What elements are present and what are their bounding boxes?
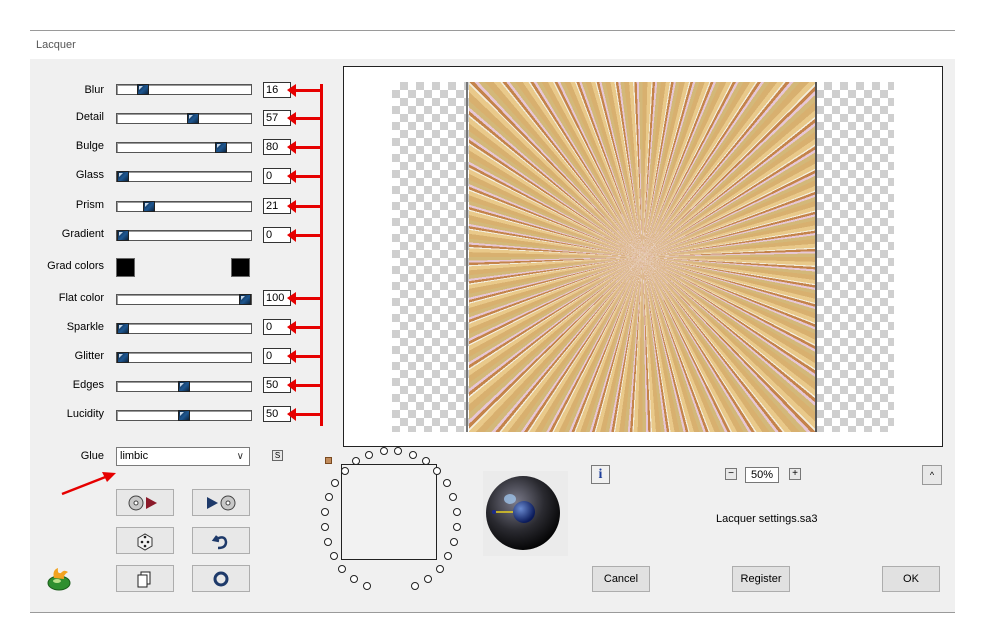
navigator-dot[interactable] xyxy=(324,492,333,501)
annotation-arrow xyxy=(287,321,322,334)
save-preset-button[interactable] xyxy=(192,489,250,516)
slider-thumb[interactable] xyxy=(117,352,129,363)
navigator-dot[interactable] xyxy=(321,507,330,516)
navigator-marker[interactable] xyxy=(325,457,332,464)
param-label-blur: Blur xyxy=(84,84,104,96)
param-label-bulge: Bulge xyxy=(75,140,104,152)
param-label-glass: Glass xyxy=(75,169,104,181)
navigator-dot[interactable] xyxy=(320,523,329,532)
annotation-arrow xyxy=(287,350,322,363)
slider-edges[interactable] xyxy=(116,381,252,392)
slider-thumb[interactable] xyxy=(117,230,129,241)
annotation-arrow-glue xyxy=(61,472,116,496)
annotation-arrow xyxy=(287,112,322,125)
info-button[interactable]: i xyxy=(591,465,610,484)
undo-button[interactable] xyxy=(192,527,250,554)
param-label-grad-colors: Grad colors xyxy=(47,260,104,272)
glue-value: limbic xyxy=(120,450,149,462)
play-disc-icon xyxy=(207,495,236,510)
slider-thumb[interactable] xyxy=(178,410,190,421)
chevron-down-icon: ∨ xyxy=(236,451,244,462)
param-label-detail: Detail xyxy=(75,111,104,123)
preview-canvas[interactable] xyxy=(343,66,943,447)
slider-thumb[interactable] xyxy=(178,381,190,392)
copy-button[interactable] xyxy=(116,565,174,592)
param-label-sparkle: Sparkle xyxy=(66,321,104,333)
slider-blur[interactable] xyxy=(116,84,252,95)
randomize-button[interactable] xyxy=(116,527,174,554)
annotation-arrow xyxy=(287,141,322,154)
ring-icon xyxy=(213,571,229,586)
slider-detail[interactable] xyxy=(116,113,252,124)
transparency-left xyxy=(392,82,470,432)
navigator-dot[interactable] xyxy=(362,582,371,591)
settings-filename: Lacquer settings.sa3 xyxy=(716,513,818,525)
slider-gradient[interactable] xyxy=(116,230,252,241)
slider-thumb[interactable] xyxy=(239,294,251,305)
copy-page-icon xyxy=(137,571,151,587)
preview-edge-right xyxy=(815,82,817,432)
slider-thumb[interactable] xyxy=(143,201,155,212)
undo-icon xyxy=(211,534,228,549)
slider-thumb[interactable] xyxy=(137,84,149,95)
slider-glitter[interactable] xyxy=(116,352,252,363)
cancel-button[interactable]: Cancel xyxy=(592,566,650,592)
annotation-arrow xyxy=(287,200,322,213)
annotation-bracket xyxy=(320,84,323,426)
slider-sparkle[interactable] xyxy=(116,323,252,334)
slider-prism[interactable] xyxy=(116,201,252,212)
collapse-button[interactable]: ^ xyxy=(922,465,942,485)
zoom-in-button[interactable]: + xyxy=(789,468,801,480)
glue-dropdown[interactable]: limbic ∨ xyxy=(116,447,250,466)
navigator-dot[interactable] xyxy=(408,450,417,459)
bottom-rule xyxy=(30,612,955,613)
reset-button[interactable] xyxy=(192,565,250,592)
navigator-dot[interactable] xyxy=(435,564,444,573)
param-label-glitter: Glitter xyxy=(74,350,104,362)
navigator-dot[interactable] xyxy=(340,466,349,475)
param-label-flat-color: Flat color xyxy=(58,292,104,304)
glue-s-button[interactable]: S xyxy=(272,450,283,461)
load-preset-button[interactable] xyxy=(116,489,174,516)
dice-icon xyxy=(137,532,153,551)
navigator-dot[interactable] xyxy=(349,574,358,583)
register-button[interactable]: Register xyxy=(732,566,790,592)
annotation-arrow xyxy=(287,229,322,242)
navigator-dot[interactable] xyxy=(323,538,332,547)
slider-thumb[interactable] xyxy=(215,142,227,153)
zoom-value[interactable]: 50% xyxy=(745,467,779,483)
slider-thumb[interactable] xyxy=(187,113,199,124)
slider-thumb[interactable] xyxy=(117,323,129,334)
param-label-lucidity: Lucidity xyxy=(66,408,104,420)
preview-edge-left xyxy=(466,82,468,432)
transparency-right xyxy=(816,82,894,432)
param-label-edges: Edges xyxy=(72,379,104,391)
navigator-thumbnail[interactable] xyxy=(341,464,437,560)
navigator-dot[interactable] xyxy=(442,478,451,487)
param-label-prism: Prism xyxy=(75,199,104,211)
title-bar: Lacquer xyxy=(30,31,955,59)
param-label-gradient: Gradient xyxy=(61,228,104,240)
annotation-arrow xyxy=(287,292,322,305)
ok-button[interactable]: OK xyxy=(882,566,940,592)
light-direction-ball[interactable] xyxy=(483,471,568,556)
preview-image xyxy=(469,82,816,432)
window-title: Lacquer xyxy=(36,39,76,51)
grad-color-2-swatch[interactable] xyxy=(231,258,250,277)
disc-play-icon xyxy=(128,495,157,510)
slider-flat-color[interactable] xyxy=(116,294,252,305)
grad-color-1-swatch[interactable] xyxy=(116,258,135,277)
slider-thumb[interactable] xyxy=(117,171,129,182)
slider-glass[interactable] xyxy=(116,171,252,182)
annotation-arrow xyxy=(287,170,322,183)
annotation-arrow xyxy=(287,84,322,97)
slider-lucidity[interactable] xyxy=(116,410,252,421)
zoom-out-button[interactable]: − xyxy=(725,468,737,480)
annotation-arrow xyxy=(287,408,322,421)
annotation-arrow xyxy=(287,379,322,392)
navigator-dot[interactable] xyxy=(452,507,461,516)
app-logo-icon xyxy=(47,568,71,591)
slider-bulge[interactable] xyxy=(116,142,252,153)
glue-label: Glue xyxy=(80,450,104,462)
